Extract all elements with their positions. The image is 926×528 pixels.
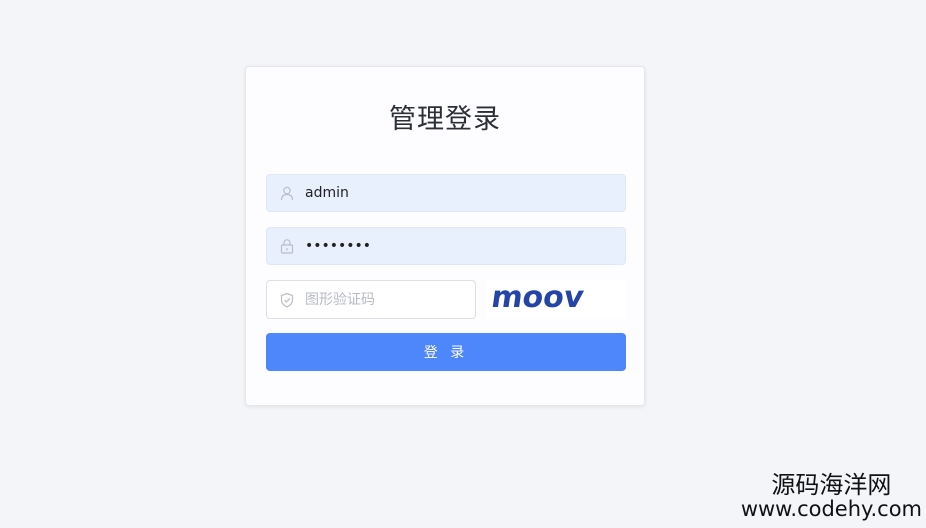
login-card: 管理登录 moov [245, 66, 645, 406]
username-input[interactable] [305, 185, 625, 201]
watermark: 源码海洋网 www.codehy.com [740, 470, 922, 522]
login-button[interactable]: 登 录 [266, 333, 626, 371]
password-input[interactable] [305, 238, 625, 254]
captcha-image[interactable]: moov [486, 280, 626, 319]
captcha-image-text: moov [489, 280, 586, 315]
lock-icon [279, 238, 295, 254]
password-field[interactable] [266, 227, 626, 265]
user-icon [279, 185, 295, 201]
watermark-site-name: 源码海洋网 [771, 470, 892, 499]
username-field[interactable] [266, 174, 626, 212]
page-title: 管理登录 [389, 104, 501, 135]
shield-check-icon [279, 292, 295, 308]
captcha-input[interactable] [305, 291, 475, 308]
watermark-url: www.codehy.com [740, 497, 922, 522]
captcha-field[interactable] [266, 280, 476, 319]
